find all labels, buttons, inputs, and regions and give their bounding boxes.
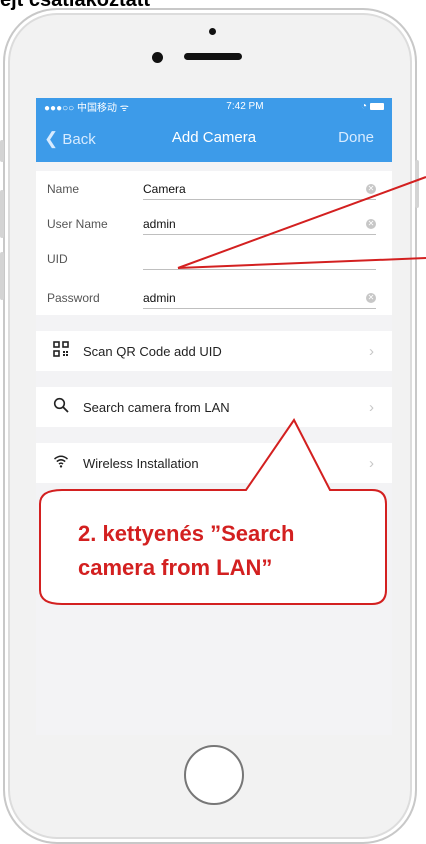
callout-line-2: camera from LAN” (78, 555, 273, 580)
annotation-overlay (39, 176, 426, 605)
callout-text: 2. kettyenés ”Search camera from LAN” (78, 517, 378, 585)
callout-line-1: 2. kettyenés ”Search (78, 521, 295, 546)
arrow-line-2 (177, 257, 426, 269)
arrow-line-1 (177, 176, 426, 269)
